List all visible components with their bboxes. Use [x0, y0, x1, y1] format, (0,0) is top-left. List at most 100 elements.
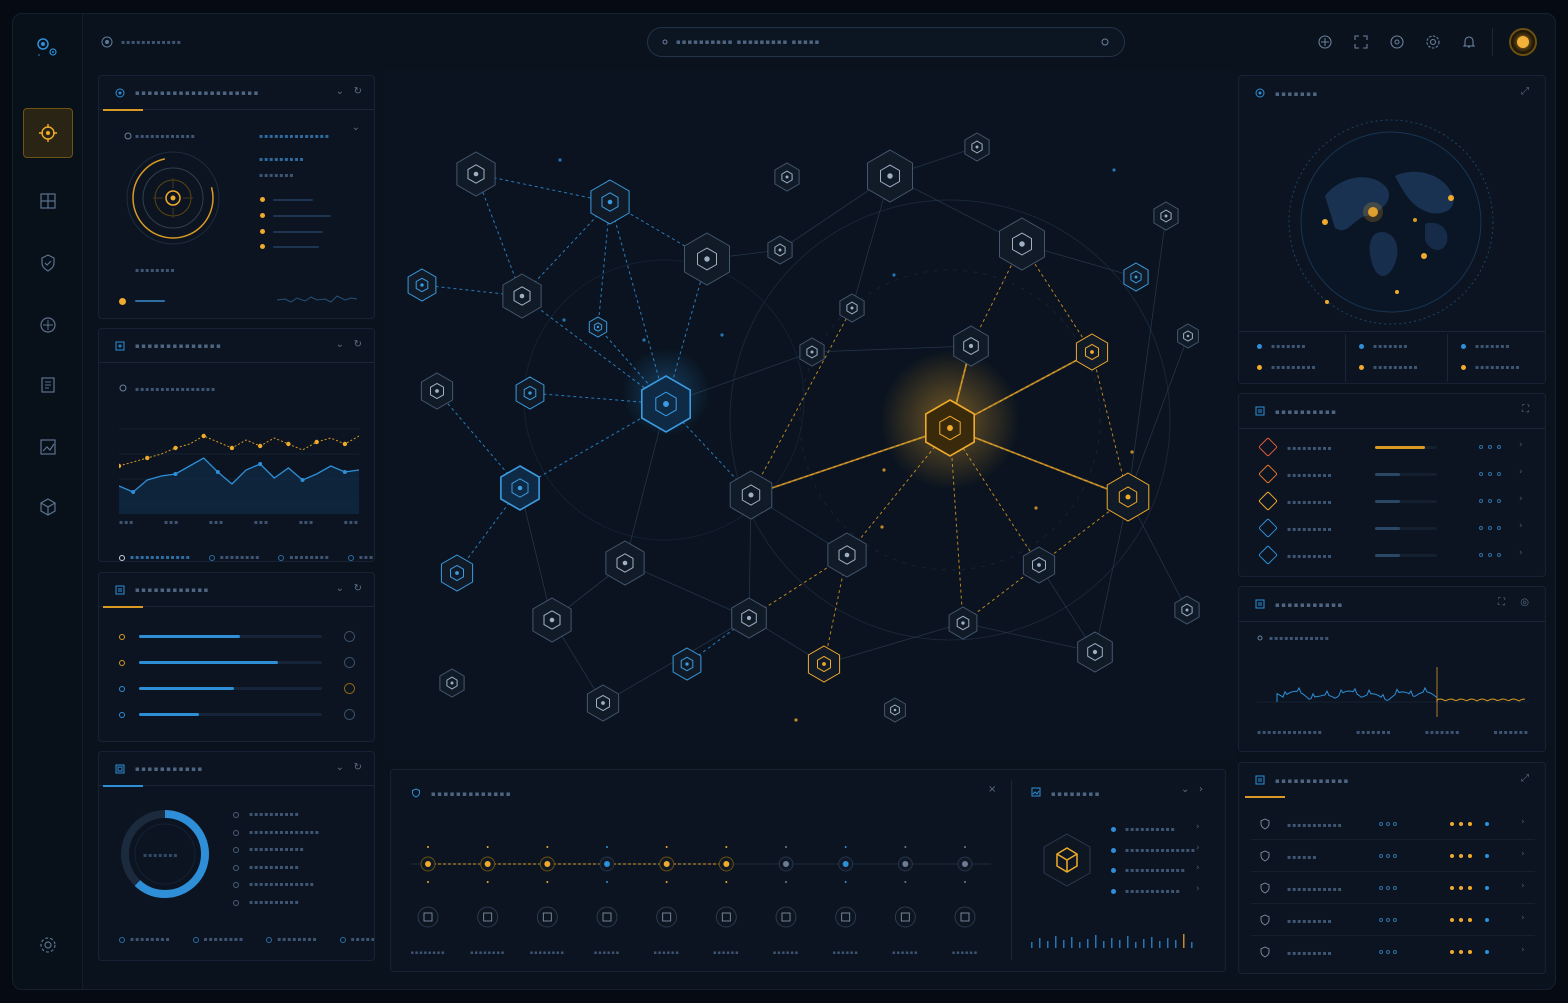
network-node[interactable]: [948, 606, 978, 640]
network-node[interactable]: [1153, 201, 1179, 231]
nav-settings[interactable]: [23, 920, 73, 970]
chevron-right-icon[interactable]: ›: [1521, 849, 1525, 859]
event-icon-button[interactable]: [835, 906, 857, 928]
network-node[interactable]: [439, 668, 465, 698]
network-node[interactable]: [605, 540, 645, 586]
legend-item[interactable]: ▪▪▪▪▪▪▪▪: [339, 936, 374, 943]
chevron-right-icon[interactable]: ›: [1521, 817, 1525, 827]
event-icon-button[interactable]: [894, 906, 916, 928]
network-node[interactable]: [456, 151, 496, 197]
event-icon-button[interactable]: [417, 906, 439, 928]
network-node[interactable]: [1106, 472, 1150, 522]
event-icon-button[interactable]: [954, 906, 976, 928]
chevron-right-icon[interactable]: ›: [1519, 467, 1523, 477]
network-node[interactable]: [1177, 323, 1199, 349]
event-icon-button[interactable]: [715, 906, 737, 928]
chevron-right-icon[interactable]: ›: [1196, 822, 1200, 832]
nav-chart[interactable]: [23, 422, 73, 472]
target-button[interactable]: ◎: [1520, 597, 1529, 608]
chevron-right-icon[interactable]: ›: [1519, 548, 1523, 558]
settings-button[interactable]: [1423, 32, 1443, 52]
legend-item[interactable]: ▪▪▪▪▪▪▪▪: [266, 936, 318, 943]
next-button[interactable]: ›: [1199, 784, 1203, 795]
network-node[interactable]: [586, 684, 620, 722]
network-node[interactable]: [1123, 262, 1149, 292]
network-node[interactable]: [884, 697, 906, 723]
network-node[interactable]: [502, 273, 542, 319]
network-node[interactable]: [590, 179, 630, 225]
nav-compass[interactable]: [23, 300, 73, 350]
event-icon-button[interactable]: [596, 906, 618, 928]
legend-item[interactable]: ▪▪▪▪▪▪▪▪: [119, 936, 171, 943]
row-action-button[interactable]: [344, 709, 355, 720]
network-node[interactable]: [1022, 546, 1056, 584]
network-node[interactable]: [964, 132, 990, 162]
event-icon-button[interactable]: [656, 906, 678, 928]
legend-item[interactable]: ▪▪▪▪▪▪: [347, 554, 374, 561]
chevron-right-icon[interactable]: ›: [1521, 945, 1525, 955]
network-node[interactable]: [729, 470, 773, 520]
chevron-right-icon[interactable]: ›: [1519, 494, 1523, 504]
fullscreen-button[interactable]: [1351, 32, 1371, 52]
screenshot-button[interactable]: ⛶: [1522, 404, 1529, 415]
search-input[interactable]: ▪▪▪▪▪▪▪▪▪▪ ▪▪▪▪▪▪▪▪▪ ▪▪▪▪▪: [676, 38, 1100, 46]
search-icon[interactable]: [1100, 37, 1110, 47]
expand-button[interactable]: ⤢: [1521, 86, 1529, 97]
network-node[interactable]: [407, 268, 437, 302]
refresh-button[interactable]: ↻: [354, 583, 362, 594]
network-node[interactable]: [532, 597, 572, 643]
row-action-button[interactable]: [344, 631, 355, 642]
network-node[interactable]: [839, 293, 865, 323]
network-canvas[interactable]: [384, 70, 1238, 760]
legend-item[interactable]: ▪▪▪▪▪▪▪▪: [278, 554, 330, 561]
chevron-right-icon[interactable]: ›: [1519, 440, 1523, 450]
network-node[interactable]: [684, 232, 730, 286]
legend-item[interactable]: ▪▪▪▪▪▪▪▪: [208, 554, 261, 561]
refresh-button[interactable]: ↻: [354, 86, 362, 97]
globe-map[interactable]: [1285, 116, 1497, 328]
network-node[interactable]: [1077, 631, 1113, 673]
network-node[interactable]: [731, 597, 767, 639]
expand-button[interactable]: ⤢: [1521, 773, 1529, 784]
refresh-button[interactable]: ↻: [354, 762, 362, 773]
network-node[interactable]: [827, 532, 867, 578]
network-graph[interactable]: [384, 70, 1238, 760]
network-node[interactable]: [807, 645, 841, 683]
scan-dropdown[interactable]: ⌄: [352, 122, 360, 133]
collapse-button[interactable]: ⌄: [336, 583, 344, 594]
brand[interactable]: ▪▪▪▪▪▪▪▪▪▪▪▪: [93, 31, 190, 53]
collapse-button[interactable]: ⌄: [336, 339, 344, 350]
network-node[interactable]: [799, 337, 825, 367]
legend-item[interactable]: ▪▪▪▪▪▪▪▪▪▪▪▪: [119, 554, 191, 561]
avatar[interactable]: [1509, 28, 1537, 56]
collapse-button[interactable]: ⌄: [1181, 784, 1189, 795]
capture-button[interactable]: ⛶: [1498, 597, 1505, 608]
event-icon-button[interactable]: [536, 906, 558, 928]
search-bar[interactable]: ▪▪▪▪▪▪▪▪▪▪ ▪▪▪▪▪▪▪▪▪ ▪▪▪▪▪: [647, 27, 1125, 57]
collapse-button[interactable]: ⌄: [336, 86, 344, 97]
chevron-right-icon[interactable]: ›: [1521, 913, 1525, 923]
network-node[interactable]: [440, 554, 474, 592]
target-button[interactable]: [1387, 32, 1407, 52]
network-node[interactable]: [588, 316, 608, 338]
network-node[interactable]: [767, 235, 793, 265]
network-node[interactable]: [515, 376, 545, 410]
selected-node-icon[interactable]: [1039, 832, 1095, 888]
crosshair-button[interactable]: [1315, 32, 1335, 52]
network-node[interactable]: [999, 217, 1045, 271]
event-icon-button[interactable]: [775, 906, 797, 928]
row-action-button[interactable]: [344, 683, 355, 694]
chevron-right-icon[interactable]: ›: [1519, 521, 1523, 531]
chevron-right-icon[interactable]: ›: [1196, 884, 1200, 894]
chevron-right-icon[interactable]: ›: [1521, 881, 1525, 891]
refresh-button[interactable]: ↻: [354, 339, 362, 350]
nav-target[interactable]: [23, 108, 73, 158]
nav-shield[interactable]: [23, 238, 73, 288]
network-node[interactable]: [1075, 333, 1109, 371]
network-node[interactable]: [672, 647, 702, 681]
nav-cube[interactable]: [23, 482, 73, 532]
network-node[interactable]: [1174, 595, 1200, 625]
row-action-button[interactable]: [344, 657, 355, 668]
legend-item[interactable]: ▪▪▪▪▪▪▪▪: [192, 936, 245, 943]
event-icon-button[interactable]: [477, 906, 499, 928]
